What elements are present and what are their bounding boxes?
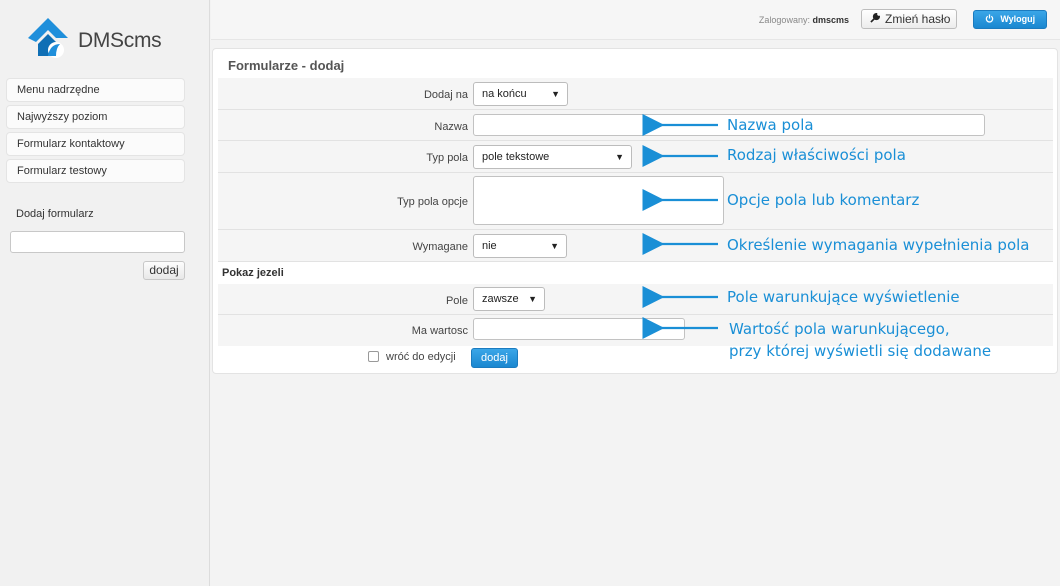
change-password-label: Zmień hasło [885,12,951,26]
logged-in-info: Zalogowany: dmscms [759,15,849,25]
brand-name: DMScms [78,29,162,52]
submit-button[interactable]: dodaj [471,348,518,368]
row-name: Nazwa [218,110,1053,141]
type-options-label: Typ pola opcje [397,196,468,208]
caret-down-icon: ▼ [615,152,624,162]
sidebar-item-najwyzszy-poziom[interactable]: Najwyższy poziom [6,105,185,129]
required-value: nie [482,240,497,252]
condition-value-input[interactable] [473,318,685,340]
page-title: Formularze - dodaj [228,58,345,73]
row-type: Typ pola pole tekstowe ▼ [218,141,1053,173]
caret-down-icon: ▼ [550,241,559,251]
name-label: Nazwa [434,121,468,133]
annotation-condition-field: Pole warunkujące wyświetlenie [727,288,960,306]
dmscms-logo-icon [28,18,68,58]
sidebar-item-menu-nadrzedne[interactable]: Menu nadrzędne [6,78,185,102]
back-to-edit-checkbox[interactable] [368,351,379,362]
type-value: pole tekstowe [482,151,550,163]
row-add-at: Dodaj na na końcu ▼ [218,78,1053,110]
change-password-button[interactable]: Zmień hasło [861,9,957,29]
topbar: Zalogowany: dmscms Zmień hasło Wyloguj [211,0,1060,40]
add-form-input[interactable] [10,231,185,253]
add-form-button[interactable]: dodaj [143,261,185,280]
annotation-type: Rodzaj właściwości pola [727,146,906,164]
annotation-condition-value-2: przy której wyświetli się dodawane [729,342,992,360]
sidebar-item-formularz-kontaktowy[interactable]: Formularz kontaktowy [6,132,185,156]
condition-field-value: zawsze [482,293,519,305]
annotation-condition-value-1: Wartość pola warunkującego, [729,320,950,338]
wrench-icon [870,11,881,29]
sidebar-item-formularz-testowy[interactable]: Formularz testowy [6,159,185,183]
condition-field-select[interactable]: zawsze ▼ [473,287,545,311]
condition-value-label: Ma wartosc [411,325,468,337]
add-at-label: Dodaj na [423,89,468,101]
sidebar-menu: Menu nadrzędne Najwyższy poziom Formular… [6,78,185,186]
condition-field-label: Pole [445,295,468,307]
row-type-options: Typ pola opcje [218,173,1053,230]
section-show-if-heading: Pokaz jezeli [222,267,284,279]
annotation-required: Określenie wymagania wypełnienia pola [727,236,1030,254]
logged-in-user: dmscms [812,15,849,25]
required-select[interactable]: nie ▼ [473,234,567,258]
required-label: Wymagane [412,241,468,253]
sidebar: DMScms Menu nadrzędne Najwyższy poziom F… [0,0,210,586]
type-select[interactable]: pole tekstowe ▼ [473,145,632,169]
add-form-label: Dodaj formularz [16,208,94,220]
power-icon [985,14,1001,24]
type-options-textarea[interactable] [473,176,724,225]
back-to-edit-label: wróć do edycji [386,351,456,363]
logout-label: Wyloguj [1000,14,1036,24]
row-section-show-if: Pokaz jezeli [218,262,1053,284]
annotation-name: Nazwa pola [727,116,814,134]
annotation-options: Opcje pola lub komentarz [727,191,920,209]
add-at-select[interactable]: na końcu ▼ [473,82,568,106]
caret-down-icon: ▼ [551,89,560,99]
add-at-value: na końcu [482,88,527,100]
logo[interactable]: DMScms [26,14,166,62]
logged-in-label: Zalogowany: [758,15,810,25]
type-label: Typ pola [426,152,468,164]
caret-down-icon: ▼ [528,294,537,304]
logout-button[interactable]: Wyloguj [973,10,1047,29]
